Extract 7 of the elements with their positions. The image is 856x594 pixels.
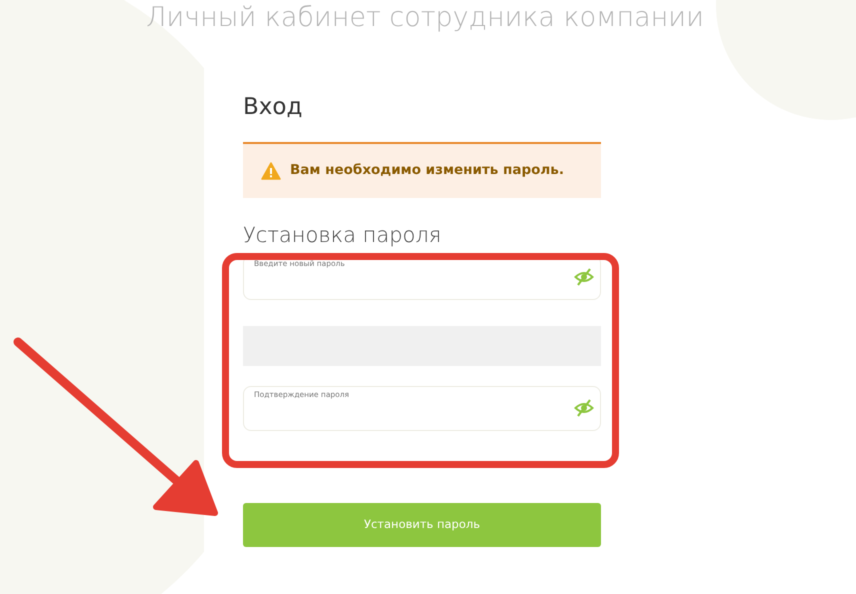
eye-slash-icon[interactable] bbox=[574, 398, 594, 418]
alert-message: Вам необходимо изменить пароль. bbox=[290, 161, 564, 180]
warning-icon bbox=[261, 162, 281, 180]
section-title: Установка пароля bbox=[243, 222, 442, 249]
page-title: Личный кабинет сотрудника компании bbox=[145, 4, 705, 31]
login-heading: Вход bbox=[243, 94, 304, 122]
eye-slash-icon[interactable] bbox=[574, 267, 594, 288]
